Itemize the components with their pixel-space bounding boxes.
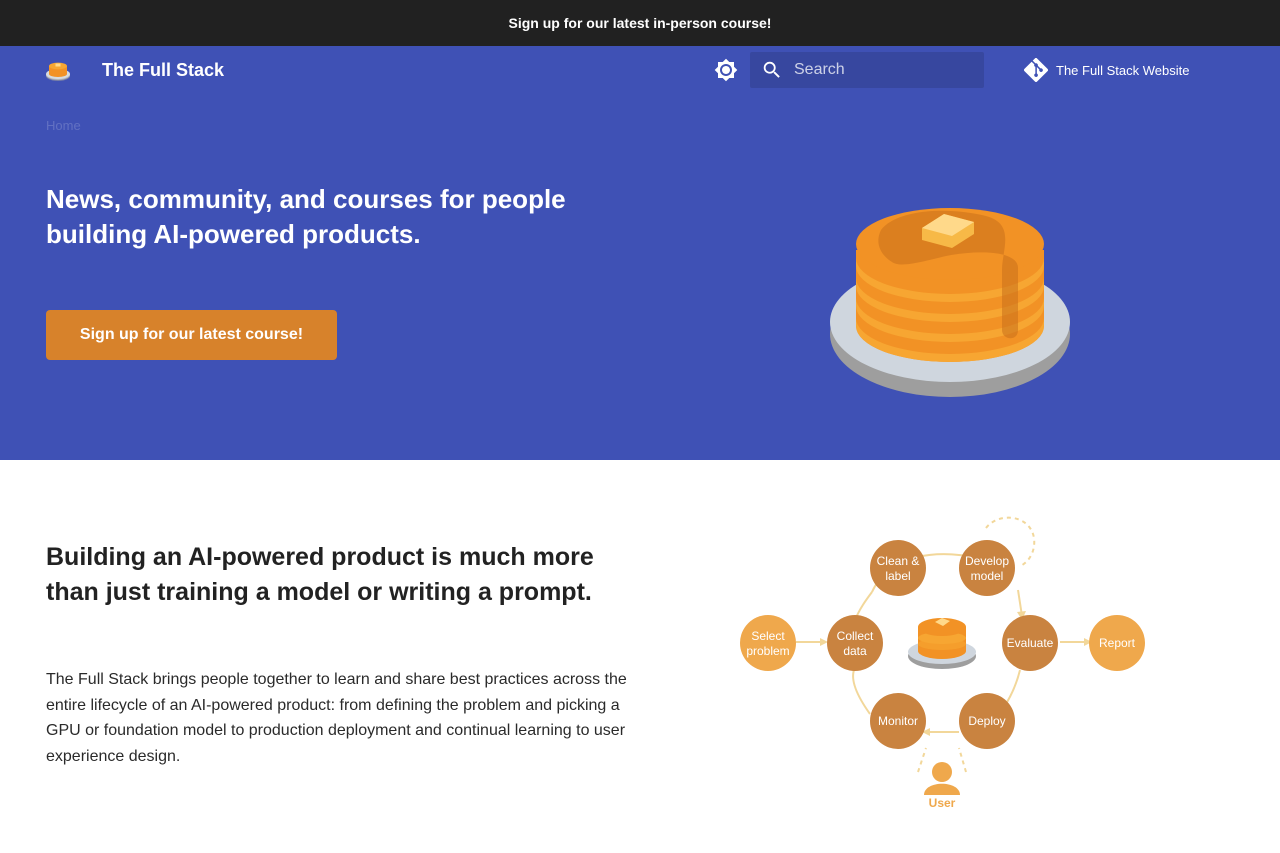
node-clean-label-line2: label (885, 569, 910, 583)
node-report: Report (1089, 615, 1145, 671)
git-icon (1024, 58, 1048, 82)
search-box[interactable] (750, 52, 984, 88)
node-clean-label: Clean & label (870, 540, 926, 596)
pancake-illustration (830, 208, 1070, 397)
node-collect-data: Collect data (827, 615, 883, 671)
repo-link-label[interactable]: The Full Stack Website (1056, 63, 1189, 78)
node-develop-model: Develop model (959, 540, 1015, 596)
breadcrumb[interactable]: Home (46, 118, 81, 133)
section-body: The Full Stack brings people together to… (46, 671, 627, 765)
section-title: Building an AI-powered product is much m… (46, 543, 594, 606)
node-monitor: Monitor (870, 693, 926, 749)
node-clean-label-line1: Clean & (877, 554, 920, 568)
ml-lifecycle-diagram: Clean & label Develop model Select probl… (740, 516, 1145, 810)
repo-link[interactable]: The Full Stack Website (1024, 58, 1189, 82)
node-report-label: Report (1099, 636, 1136, 650)
node-develop-model-line2: model (971, 569, 1004, 583)
node-monitor-label: Monitor (878, 714, 918, 728)
node-evaluate: Evaluate (1002, 615, 1058, 671)
node-select-problem: Select problem (740, 615, 796, 671)
pancake-logo-icon[interactable] (45, 58, 71, 82)
node-select-problem-line1: Select (751, 629, 785, 643)
node-select-problem-line2: problem (746, 644, 789, 658)
node-collect-data-line1: Collect (837, 629, 874, 643)
node-develop-model-line1: Develop (965, 554, 1009, 568)
center-pancake-icon (908, 618, 976, 669)
user-icon: User (924, 762, 960, 810)
brightness-icon[interactable] (714, 58, 738, 82)
node-deploy: Deploy (959, 693, 1015, 749)
signup-course-button[interactable]: Sign up for our latest course! (46, 310, 337, 360)
search-input[interactable] (794, 61, 974, 79)
node-collect-data-line2: data (843, 644, 867, 658)
hero-title: News, community, and courses for people … (46, 184, 566, 249)
announcement-bar[interactable]: Sign up for our latest in-person course! (0, 0, 1280, 46)
user-label: User (929, 796, 956, 810)
node-evaluate-label: Evaluate (1007, 636, 1054, 650)
search-icon (763, 61, 780, 78)
node-deploy-label: Deploy (968, 714, 1005, 728)
announcement-text[interactable]: Sign up for our latest in-person course! (509, 15, 772, 31)
hero-section: The Full Stack The Full Stack Website Ho… (0, 46, 1280, 460)
site-title[interactable]: The Full Stack (102, 60, 224, 81)
